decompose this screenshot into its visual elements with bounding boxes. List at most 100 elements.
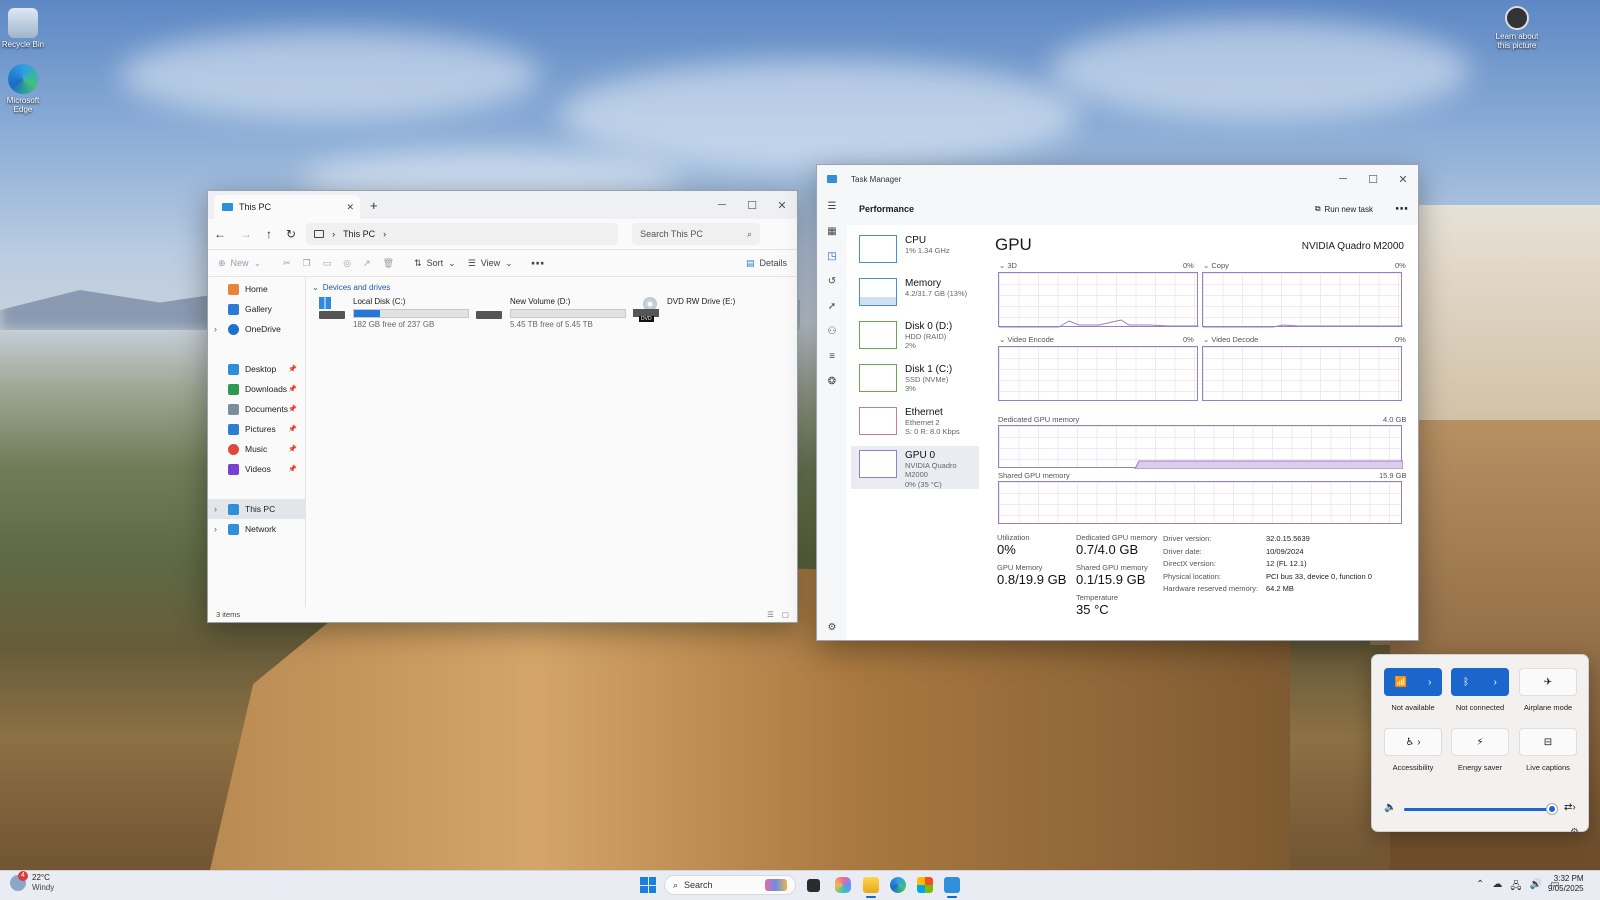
start-button[interactable] bbox=[640, 877, 656, 893]
delete-button[interactable]: 🗑 bbox=[377, 252, 400, 274]
volume-tray-icon[interactable]: 🔊 bbox=[1530, 879, 1542, 896]
audio-output-icon[interactable]: ⇄› bbox=[1564, 802, 1576, 813]
run-new-task-button[interactable]: ⧉ Run new task bbox=[1315, 204, 1373, 214]
pin-icon[interactable]: 📌 bbox=[288, 425, 297, 433]
explorer-tab[interactable]: This PC ✕ bbox=[214, 195, 360, 219]
details-view-icon[interactable]: ☰ bbox=[767, 610, 774, 619]
learn-about-picture[interactable]: Learn about this picture bbox=[1494, 6, 1540, 51]
nav-desktop[interactable]: Desktop 📌 bbox=[208, 359, 305, 379]
drive-item[interactable]: DVD DVD RW Drive (E:) bbox=[633, 297, 735, 323]
nav-gallery[interactable]: Gallery bbox=[208, 299, 305, 319]
perf-item-disk0[interactable]: Disk 0 (D:) HDD (RAID) 2% bbox=[851, 317, 979, 360]
pin-icon[interactable]: 📌 bbox=[288, 405, 297, 413]
accessibility-toggle[interactable]: ♿ › bbox=[1384, 728, 1442, 756]
startup-apps-icon[interactable]: ➚ bbox=[828, 301, 836, 313]
close-button[interactable]: ✕ bbox=[1388, 173, 1418, 186]
rename-button[interactable]: ◎ bbox=[337, 252, 357, 274]
nav-documents[interactable]: Documents 📌 bbox=[208, 399, 305, 419]
app-history-icon[interactable]: ↺ bbox=[828, 276, 836, 288]
maximize-button[interactable]: ☐ bbox=[737, 199, 767, 212]
search-box[interactable]: Search This PC ⌕ bbox=[632, 223, 761, 245]
new-button[interactable]: ⊕ New ⌄ bbox=[212, 252, 267, 274]
new-tab-button[interactable]: + bbox=[370, 198, 378, 213]
nav-videos[interactable]: Videos 📌 bbox=[208, 459, 305, 479]
engine-label[interactable]: ⌄ 3D bbox=[999, 261, 1017, 270]
file-explorer-taskbar-icon[interactable] bbox=[863, 877, 879, 893]
perf-item-memory[interactable]: Memory 4.2/31.7 GB (13%) bbox=[851, 274, 979, 317]
section-header[interactable]: ⌄ Devices and drives bbox=[312, 283, 390, 292]
minimize-button[interactable]: ─ bbox=[707, 199, 737, 211]
nav-home[interactable]: Home bbox=[208, 279, 305, 299]
volume-slider-thumb[interactable] bbox=[1546, 804, 1557, 814]
close-tab-icon[interactable]: ✕ bbox=[346, 202, 354, 213]
perf-item-ethernet[interactable]: Ethernet Ethernet 2 S: 0 R: 8.0 Kbps bbox=[851, 403, 979, 446]
more-options-button[interactable]: ⋯ bbox=[525, 252, 551, 274]
close-button[interactable]: ✕ bbox=[767, 199, 797, 212]
volume-icon[interactable]: 🔈 bbox=[1384, 802, 1396, 813]
view-button[interactable]: ☰ View ⌄ bbox=[462, 252, 519, 274]
copilot-icon[interactable] bbox=[835, 877, 851, 893]
processes-icon[interactable]: ▦ bbox=[827, 226, 836, 238]
address-box[interactable]: › This PC › bbox=[306, 223, 619, 245]
minimize-button[interactable]: ─ bbox=[1328, 173, 1358, 185]
pin-icon[interactable]: 📌 bbox=[288, 365, 297, 373]
chevron-right-icon[interactable]: › bbox=[214, 504, 217, 514]
pin-icon[interactable]: 📌 bbox=[288, 445, 297, 453]
chevron-right-icon[interactable]: › bbox=[214, 524, 217, 534]
users-icon[interactable]: ⚇ bbox=[828, 326, 837, 338]
nav-music[interactable]: Music 📌 bbox=[208, 439, 305, 459]
volume-slider[interactable] bbox=[1404, 804, 1557, 814]
clock[interactable]: 3:32 PM 9/05/2025 bbox=[1548, 874, 1584, 894]
perf-item-cpu[interactable]: CPU 1% 1.34 GHz bbox=[851, 231, 979, 274]
onedrive-tray-icon[interactable]: ☁ bbox=[1492, 879, 1502, 896]
back-arrow-icon[interactable]: ← bbox=[214, 227, 226, 241]
refresh-icon[interactable]: ↻ bbox=[286, 227, 296, 241]
tray-overflow-icon[interactable]: ⌃ bbox=[1476, 879, 1484, 896]
bluetooth-toggle[interactable]: ᛒ › bbox=[1451, 668, 1509, 696]
tiles-view-icon[interactable]: ▢ bbox=[782, 610, 789, 619]
nav-pictures[interactable]: Pictures 📌 bbox=[208, 419, 305, 439]
performance-icon[interactable]: ◳ bbox=[827, 251, 836, 263]
chevron-right-icon[interactable]: › bbox=[1428, 677, 1431, 688]
perf-item-disk1[interactable]: Disk 1 (C:) SSD (NVMe) 3% bbox=[851, 360, 979, 403]
desktop-icon-recycle-bin[interactable]: Recycle Bin bbox=[0, 8, 46, 50]
task-view-icon[interactable] bbox=[807, 879, 820, 892]
chevron-right-icon[interactable]: › bbox=[214, 324, 217, 334]
taskbar-search[interactable]: ⌕ Search bbox=[664, 875, 796, 895]
more-options-icon[interactable]: ⋯ bbox=[1395, 201, 1408, 217]
settings-gear-icon[interactable]: ⚙ bbox=[828, 622, 837, 634]
hamburger-menu-icon[interactable]: ☰ bbox=[828, 201, 837, 213]
nav-network[interactable]: › Network bbox=[208, 519, 305, 539]
desktop-icon-edge[interactable]: Microsoft Edge bbox=[0, 64, 46, 115]
drive-item[interactable]: New Volume (D:) 5.45 TB free of 5.45 TB bbox=[476, 297, 626, 329]
live-captions-toggle[interactable]: ⊟ bbox=[1519, 728, 1577, 756]
chevron-right-icon[interactable]: › bbox=[1493, 677, 1496, 688]
services-icon[interactable]: ❂ bbox=[828, 376, 836, 388]
drive-item[interactable]: Local Disk (C:) 182 GB free of 237 GB bbox=[319, 297, 469, 329]
network-tray-icon[interactable]: 🖧 bbox=[1510, 879, 1521, 896]
share-button[interactable]: ↗ bbox=[357, 252, 377, 274]
paste-button[interactable]: ▭ bbox=[317, 252, 338, 274]
store-icon[interactable] bbox=[917, 877, 933, 893]
nav-this-pc[interactable]: › This PC bbox=[208, 499, 305, 519]
up-arrow-icon[interactable]: ↑ bbox=[266, 227, 272, 241]
forward-arrow-icon[interactable]: → bbox=[240, 227, 252, 241]
nav-onedrive[interactable]: › OneDrive bbox=[208, 319, 305, 339]
breadcrumb[interactable]: This PC bbox=[343, 229, 375, 239]
pin-icon[interactable]: 📌 bbox=[288, 385, 297, 393]
details-button[interactable]: ▤ Details bbox=[740, 252, 793, 274]
wifi-toggle[interactable]: 📶 › bbox=[1384, 668, 1442, 696]
sort-button[interactable]: ⇅ Sort ⌄ bbox=[408, 252, 462, 274]
weather-widget[interactable]: 4 22°C Windy bbox=[10, 871, 54, 893]
copy-button[interactable]: ❐ bbox=[297, 252, 317, 274]
edge-taskbar-icon[interactable] bbox=[890, 877, 906, 893]
perf-item-gpu0[interactable]: GPU 0 NVIDIA Quadro M2000 0% (35 °C) bbox=[851, 446, 979, 489]
cut-button[interactable]: ✂ bbox=[277, 252, 297, 274]
nav-downloads[interactable]: Downloads 📌 bbox=[208, 379, 305, 399]
engine-label[interactable]: ⌄ Video Decode bbox=[1203, 335, 1258, 344]
airplane-toggle[interactable]: ✈ bbox=[1519, 668, 1577, 696]
settings-gear-icon[interactable]: ⚙ bbox=[1570, 827, 1579, 838]
pin-icon[interactable]: 📌 bbox=[288, 465, 297, 473]
task-manager-taskbar-icon[interactable] bbox=[944, 877, 960, 893]
engine-label[interactable]: ⌄ Copy bbox=[1203, 261, 1229, 270]
